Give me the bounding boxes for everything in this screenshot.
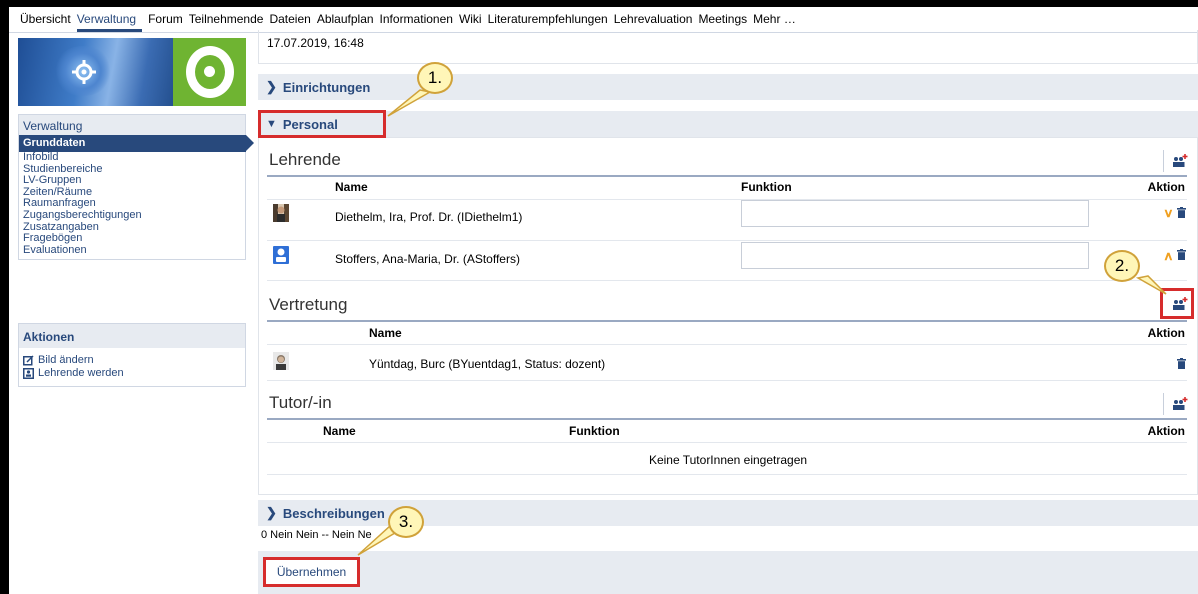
callout-3: 3. bbox=[388, 506, 424, 538]
annotation-pointers bbox=[357, 89, 1167, 556]
callout-2: 2. bbox=[1104, 250, 1140, 282]
callout-1: 1. bbox=[417, 62, 453, 94]
